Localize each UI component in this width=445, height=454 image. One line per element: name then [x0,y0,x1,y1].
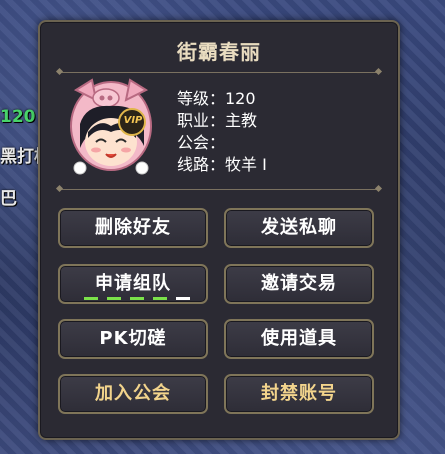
progress-dashes [84,297,190,300]
middle-divider [60,189,378,190]
join-guild-button[interactable]: 加入公会 [58,374,208,414]
white-dash [176,297,190,300]
job-info: 职业：主教 [177,111,258,130]
green-dash [84,297,98,300]
apply-team-label: 申请组队 [95,273,171,294]
vip-badge-text: VIP [123,115,143,126]
pk-spar-button[interactable]: PK切磋 [58,319,208,359]
apply-team-button[interactable]: 申请组队 [58,264,208,304]
delete-friend-button[interactable]: 删除好友 [58,208,208,248]
green-dash [153,297,167,300]
level-info: 等级：120 [177,89,256,108]
guild-info: 公会： [177,133,226,152]
invite-trade-button[interactable]: 邀请交易 [224,264,374,304]
green-dash [130,297,144,300]
pig-hat-avatar-icon [70,78,152,175]
top-divider [60,72,378,73]
ban-account-button[interactable]: 封禁账号 [224,374,374,414]
avatar: VIP [66,76,156,176]
player-info-panel: 街霸春丽 VIP 等级：120 职业：主教 公会： 线路：牧羊 I 删除好友 发… [38,20,400,440]
background-text-line: 巴 [0,189,17,209]
send-private-message-button[interactable]: 发送私聊 [224,208,374,248]
player-name-title: 街霸春丽 [177,40,261,64]
route-info: 线路：牧羊 I [177,155,267,174]
use-item-button[interactable]: 使用道具 [224,319,374,359]
green-dash [107,297,121,300]
player-info: 等级：120 职业：主教 公会： 线路：牧羊 I [177,88,267,176]
